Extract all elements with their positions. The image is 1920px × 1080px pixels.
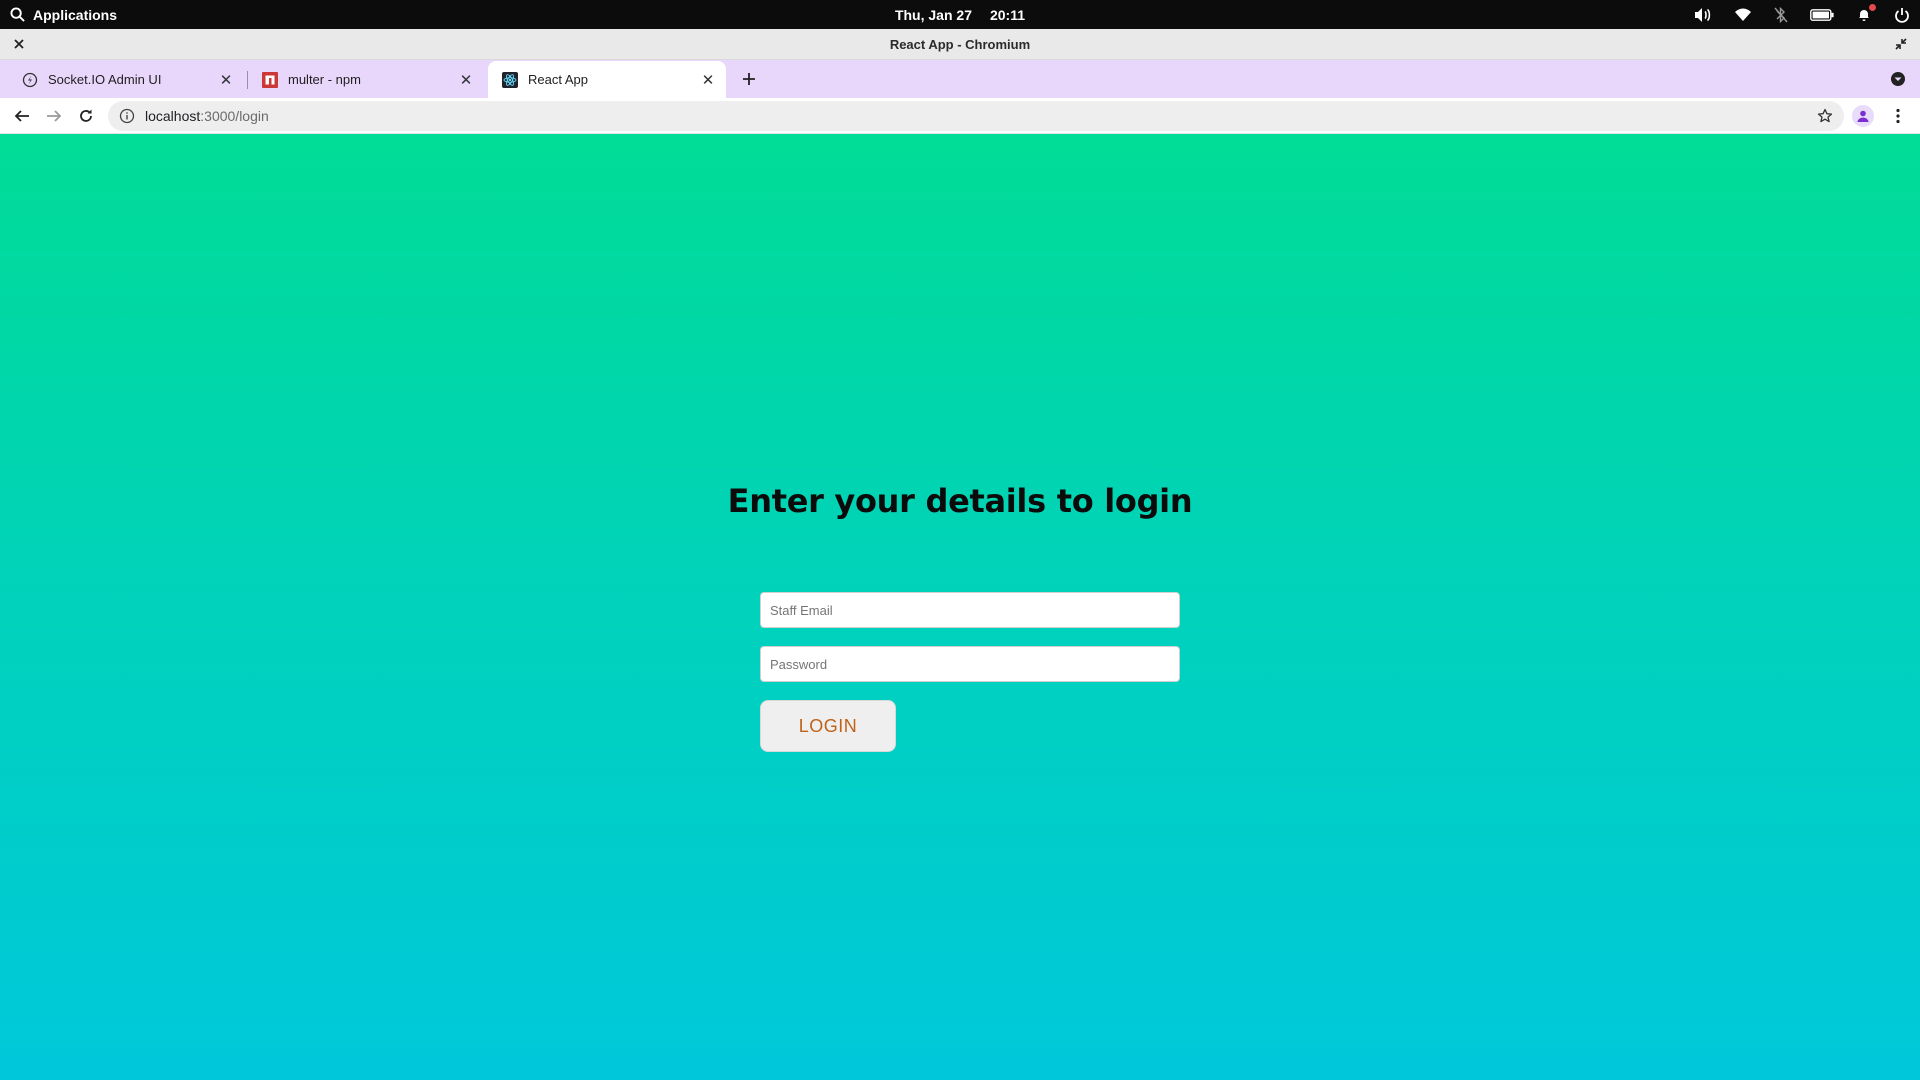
tab-react-app[interactable]: React App ✕: [488, 61, 726, 98]
socketio-icon: [22, 72, 38, 87]
wifi-icon[interactable]: [1734, 8, 1752, 22]
clock-time: 20:11: [989, 6, 1026, 23]
url-text: localhost:3000/login: [145, 108, 269, 124]
volume-icon[interactable]: [1694, 7, 1712, 23]
tab-socketio-admin[interactable]: Socket.IO Admin UI ✕: [8, 61, 244, 98]
bookmark-star-icon[interactable]: [1816, 107, 1834, 125]
forward-button[interactable]: [40, 102, 68, 130]
back-button[interactable]: [8, 102, 36, 130]
login-button[interactable]: LOGIN: [760, 700, 896, 752]
url-path: :3000/login: [200, 108, 269, 124]
plus-icon: [743, 73, 755, 85]
reload-button[interactable]: [72, 102, 100, 130]
chevron-down-circle-icon: [1891, 72, 1905, 86]
npm-icon: [262, 71, 278, 88]
tab-strip: Socket.IO Admin UI ✕ multer - npm ✕ Reac…: [0, 60, 1920, 98]
close-tab-icon[interactable]: ✕: [216, 70, 236, 90]
url-host: localhost: [145, 108, 201, 124]
window-title-bar: React App - Chromium: [0, 29, 1920, 60]
close-tab-icon[interactable]: ✕: [698, 70, 718, 90]
reload-icon: [80, 109, 92, 122]
react-icon: [502, 71, 518, 88]
browser-menu-button[interactable]: [1888, 106, 1908, 126]
battery-icon[interactable]: [1810, 8, 1834, 21]
password-input[interactable]: [760, 646, 1180, 682]
tab-title: React App: [528, 72, 588, 87]
bluetooth-off-icon[interactable]: [1774, 6, 1788, 23]
search-icon: [10, 7, 25, 22]
forward-arrow-icon: [47, 110, 62, 122]
browser-toolbar: localhost:3000/login: [0, 98, 1920, 134]
info-icon[interactable]: [119, 108, 135, 124]
applications-label: Applications: [33, 6, 118, 23]
restore-window-icon[interactable]: [1892, 35, 1910, 53]
applications-menu[interactable]: Applications: [10, 0, 117, 29]
kebab-menu-icon: [1896, 108, 1900, 124]
profile-icon: [1857, 110, 1869, 122]
staff-email-input[interactable]: [760, 592, 1180, 628]
tab-title: Socket.IO Admin UI: [48, 72, 162, 87]
power-icon[interactable]: [1894, 7, 1910, 23]
clock[interactable]: Thu, Jan 27 20:11: [0, 0, 1920, 29]
system-tray[interactable]: [1694, 0, 1910, 29]
notifications-icon[interactable]: [1856, 3, 1876, 23]
window-title: React App - Chromium: [889, 36, 1031, 52]
page-viewport: Enter your details to login LOGIN: [0, 134, 1920, 1080]
profile-avatar-button[interactable]: [1852, 105, 1874, 127]
login-heading: Enter your details to login: [727, 482, 1193, 520]
system-top-bar: Applications Thu, Jan 27 20:11: [0, 0, 1920, 29]
address-bar[interactable]: localhost:3000/login: [108, 101, 1844, 131]
tab-search-button[interactable]: [1888, 69, 1908, 89]
tab-title: multer - npm: [288, 72, 361, 87]
close-window-icon[interactable]: [10, 35, 28, 53]
new-tab-button[interactable]: [736, 66, 762, 92]
back-arrow-icon: [14, 110, 29, 122]
clock-date: Thu, Jan 27: [894, 6, 972, 23]
close-tab-icon[interactable]: ✕: [456, 70, 476, 90]
tab-multer-npm[interactable]: multer - npm ✕: [248, 61, 484, 98]
